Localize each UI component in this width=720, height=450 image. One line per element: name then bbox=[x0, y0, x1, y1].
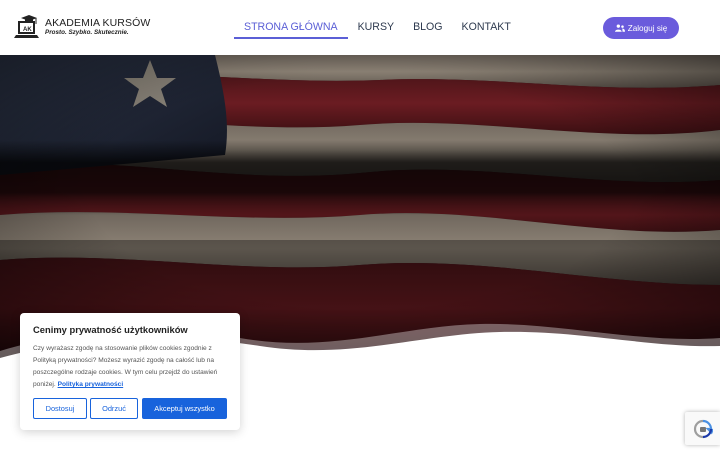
cookie-description: Czy wyrażasz zgodę na stosowanie plików … bbox=[33, 343, 229, 391]
login-button-label: Zaloguj się bbox=[627, 23, 668, 33]
recaptcha-icon bbox=[693, 419, 713, 438]
reject-button[interactable]: Odrzuć bbox=[90, 398, 138, 419]
login-button[interactable]: Zaloguj się bbox=[603, 17, 679, 39]
recaptcha-badge[interactable] bbox=[685, 412, 720, 445]
customize-button[interactable]: Dostosuj bbox=[33, 398, 87, 419]
users-icon bbox=[614, 24, 625, 32]
cookie-title: Cenimy prywatność użytkowników bbox=[33, 324, 188, 335]
nav-home[interactable]: STRONA GŁÓWNA bbox=[234, 19, 348, 39]
nav-courses[interactable]: KURSY bbox=[358, 19, 395, 39]
accept-all-button[interactable]: Akceptuj wszystko bbox=[142, 398, 227, 419]
nav-blog[interactable]: BLOG bbox=[413, 19, 442, 39]
logo-title: AKADEMIA KURSÓW bbox=[45, 16, 151, 29]
laptop-graduation-cap-icon: AK bbox=[14, 15, 39, 38]
site-header: AK AKADEMIA KURSÓW Prosto. Szybko. Skute… bbox=[0, 0, 720, 55]
nav-contact[interactable]: KONTAKT bbox=[462, 19, 511, 39]
cookie-consent-dialog: Cenimy prywatność użytkowników Czy wyraż… bbox=[20, 313, 240, 430]
logo-tagline: Prosto. Szybko. Skutecznie. bbox=[45, 29, 129, 37]
privacy-policy-link[interactable]: Polityka prywatności bbox=[58, 381, 124, 388]
main-nav: STRONA GŁÓWNA KURSY BLOG KONTAKT bbox=[234, 19, 530, 39]
logo[interactable]: AK AKADEMIA KURSÓW Prosto. Szybko. Skute… bbox=[14, 13, 150, 41]
svg-text:AK: AK bbox=[23, 27, 32, 33]
